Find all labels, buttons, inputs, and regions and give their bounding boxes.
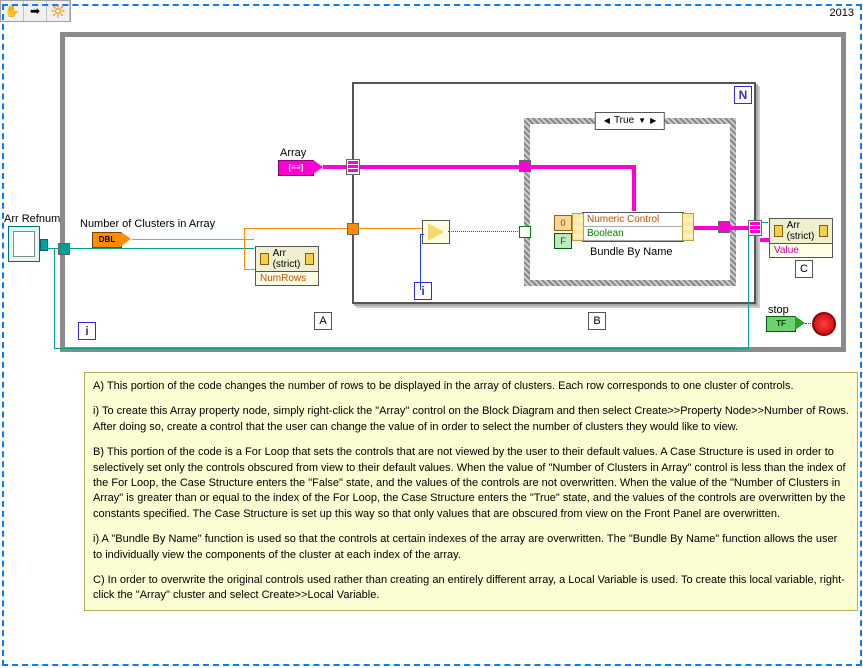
wire-teal: [748, 222, 749, 349]
case-selector-terminal: [519, 226, 531, 238]
arr-refnum-label: Arr Refnum: [4, 213, 60, 225]
bundle-row-boolean: Boolean: [583, 227, 683, 241]
wire-pink: [632, 165, 634, 211]
while-loop-i: i: [78, 322, 96, 340]
stop-terminal: [795, 316, 805, 330]
property-pin-icon: [819, 225, 828, 237]
num-clusters-terminal: [121, 232, 131, 246]
wire-pink: [760, 238, 770, 240]
region-label-b: B: [588, 312, 606, 330]
autoindex-tunnel: [346, 159, 360, 175]
stop-control[interactable]: TF: [766, 316, 796, 332]
property-head-label: Arr (strict): [273, 248, 302, 270]
wire-pink: [694, 226, 720, 228]
wire-orange: [358, 228, 422, 229]
region-label-a: A: [314, 312, 332, 330]
autoindex-tunnel: [748, 220, 762, 236]
array-terminal: [313, 160, 323, 174]
region-label-c: C: [795, 260, 813, 278]
case-structure: ◀ True ▼ ▶: [524, 118, 736, 286]
tunnel-orange: [347, 223, 359, 235]
property-row-numrows: NumRows: [256, 272, 318, 285]
property-pin-icon: [260, 253, 269, 265]
wire-pink: [728, 226, 748, 228]
comment-p1: A) This portion of the code changes the …: [93, 379, 849, 394]
property-row-value: Value: [770, 244, 832, 257]
wire-orange: [132, 239, 254, 240]
stop-button-icon: [812, 312, 836, 336]
array-label: Array: [280, 147, 306, 159]
wire-green: [448, 231, 524, 233]
property-node-value[interactable]: Arr (strict) Value: [769, 218, 833, 258]
num-clusters-label: Number of Clusters in Array: [80, 218, 215, 230]
property-head-label: Arr (strict): [787, 220, 816, 242]
comment-p2: i) To create this Array property node, s…: [93, 404, 849, 435]
array-control[interactable]: [≡≡]: [278, 160, 314, 176]
case-value: True: [614, 113, 634, 129]
wire-pink: [530, 165, 634, 167]
bundle-right-terminal: [682, 213, 694, 241]
wire-pink: [360, 165, 524, 167]
case-selector[interactable]: ◀ True ▼ ▶: [595, 112, 665, 130]
wire-teal: [68, 248, 254, 249]
wire-green: [805, 323, 813, 325]
bundle-caption: Bundle By Name: [590, 246, 673, 258]
wire-orange: [244, 228, 245, 239]
arr-refnum-control[interactable]: [8, 226, 40, 262]
property-node-numrows[interactable]: Arr (strict) NumRows: [255, 246, 319, 286]
comment-p4: i) A "Bundle By Name" function is used s…: [93, 532, 849, 563]
tunnel-teal: [58, 243, 70, 255]
wire-blue: [420, 234, 421, 290]
wire-teal: [54, 248, 55, 348]
boolean-constant[interactable]: F: [554, 233, 572, 249]
bundle-left-terminal: [572, 213, 584, 241]
num-clusters-control[interactable]: DBL: [92, 232, 122, 248]
numeric-constant[interactable]: 0: [554, 215, 572, 231]
wire-teal: [54, 348, 748, 349]
comment-box: A) This portion of the code changes the …: [84, 372, 858, 611]
case-left-arrow-icon[interactable]: ◀: [604, 113, 610, 129]
bundle-by-name[interactable]: Numeric Control Boolean: [582, 212, 684, 242]
wire-blue: [420, 234, 424, 235]
comment-p3: B) This portion of the code is a For Loo…: [93, 445, 849, 522]
year-label: 2013: [830, 7, 854, 19]
compare-function[interactable]: [422, 220, 450, 244]
property-pin-icon: [305, 253, 314, 265]
for-loop-i: i: [414, 282, 432, 300]
wire-orange: [244, 239, 245, 269]
compare-triangle-icon: [428, 223, 444, 241]
case-right-arrow-icon[interactable]: ▶: [650, 113, 656, 129]
wire-orange: [244, 269, 255, 270]
property-pin-icon: [774, 225, 783, 237]
comment-p5: C) In order to overwrite the original co…: [93, 573, 849, 604]
case-dropdown-icon[interactable]: ▼: [638, 113, 646, 129]
for-loop-n: N: [734, 86, 752, 104]
bundle-row-numeric: Numeric Control: [583, 213, 683, 227]
wire-orange: [244, 228, 352, 229]
stop-label: stop: [768, 304, 789, 316]
